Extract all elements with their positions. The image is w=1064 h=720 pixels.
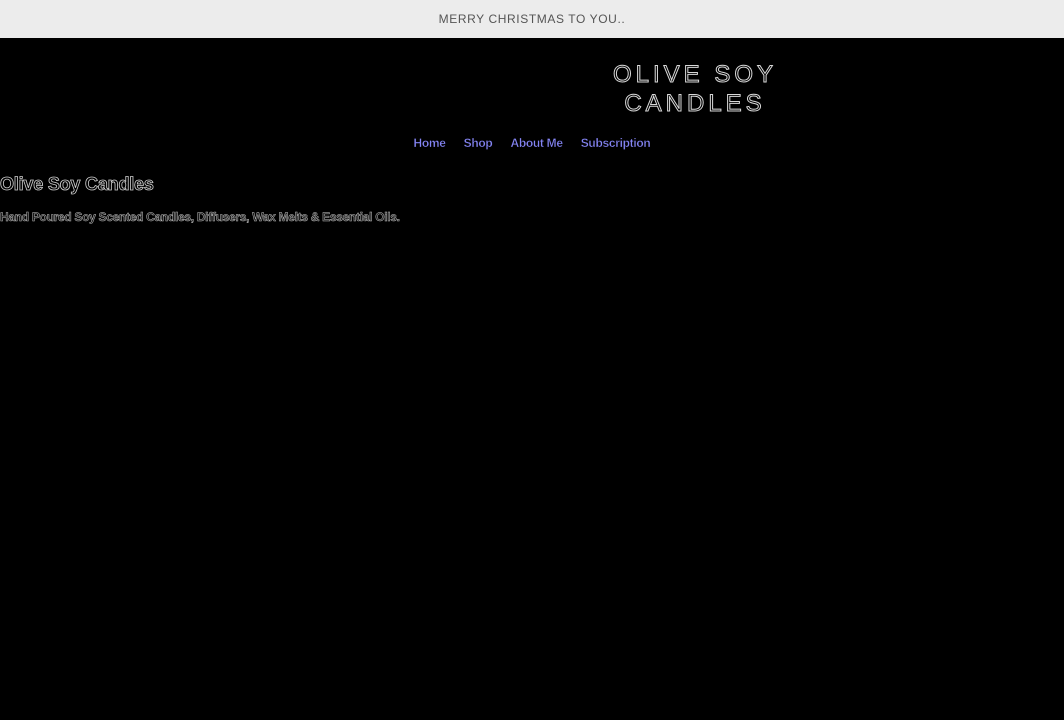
site-logo[interactable]: OLIVE SOY CANDLES <box>600 60 790 118</box>
page-title: Olive Soy Candles <box>0 174 154 195</box>
site-header: OLIVE SOY CANDLES <box>0 38 1064 126</box>
nav-link-about-me[interactable]: About Me <box>510 136 563 150</box>
main-navigation: Home Shop About Me Subscription <box>0 136 1064 150</box>
page-tagline: Hand Poured Soy Scented Candles, Diffuse… <box>0 210 400 225</box>
nav-link-subscription[interactable]: Subscription <box>581 136 651 150</box>
logo-line-2: CANDLES <box>624 90 766 118</box>
logo-line-1: OLIVE SOY <box>612 61 778 89</box>
announcement-text: MERRY CHRISTMAS TO YOU.. <box>438 12 626 26</box>
nav-link-shop[interactable]: Shop <box>464 136 493 150</box>
announcement-bar: MERRY CHRISTMAS TO YOU.. <box>0 0 1064 38</box>
nav-link-home[interactable]: Home <box>413 136 446 150</box>
